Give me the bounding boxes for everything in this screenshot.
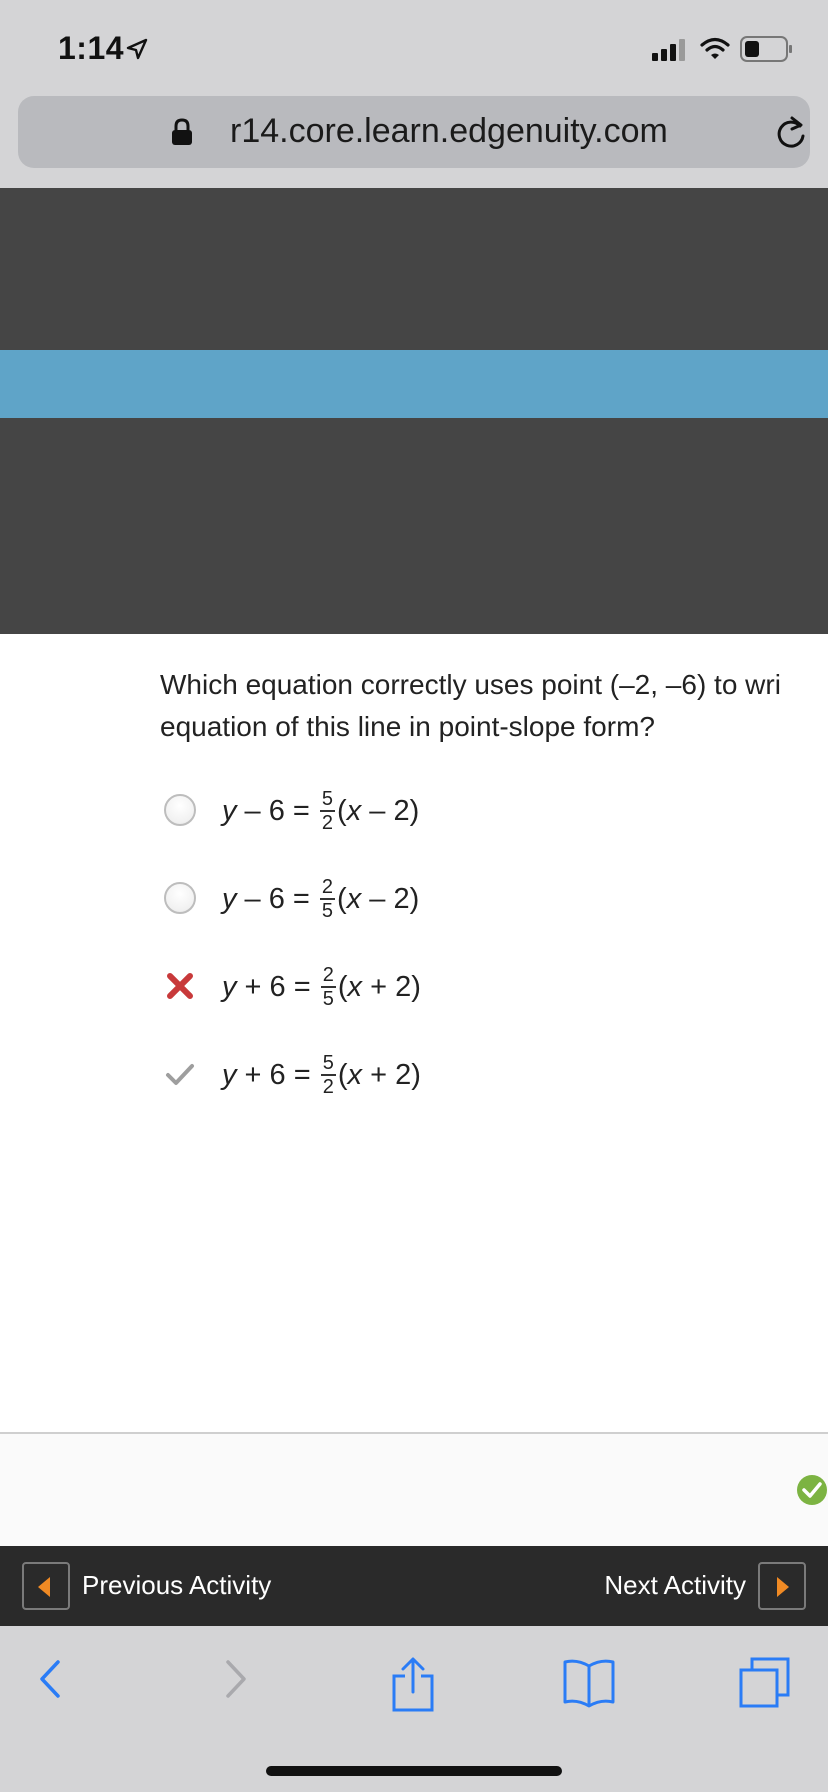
answer-option-3[interactable]: y + 6 = 25 (x + 2)	[160, 952, 760, 1022]
fraction: 25	[320, 964, 336, 1010]
radio-button[interactable]	[164, 882, 196, 914]
next-activity-label[interactable]: Next Activity	[604, 1570, 746, 1601]
fraction-numerator: 2	[319, 876, 336, 900]
wifi-icon	[700, 37, 730, 66]
next-activity-button[interactable]	[758, 1562, 806, 1610]
fraction-numerator: 5	[320, 1052, 336, 1076]
content-header	[0, 188, 828, 350]
fraction: 52	[319, 788, 336, 834]
question-line-2: equation of this line in point-slope for…	[160, 711, 655, 742]
eq-x: x	[346, 794, 362, 827]
eq-tail: – 2)	[361, 794, 420, 827]
option-equation: y + 6 = 52 (x + 2)	[222, 1040, 421, 1110]
fraction: 52	[320, 1052, 336, 1098]
lock-icon	[170, 118, 194, 151]
answer-option-4[interactable]: y + 6 = 52 (x + 2)	[160, 1040, 760, 1110]
status-bar: 1:14	[0, 0, 828, 96]
eq-y: y	[222, 1058, 237, 1091]
completed-check-icon	[796, 1474, 828, 1511]
eq-tail: + 2)	[362, 970, 421, 1003]
eq-y: y	[222, 882, 237, 915]
location-arrow-icon	[126, 38, 148, 65]
share-icon[interactable]	[390, 1656, 436, 1717]
fraction-denominator: 2	[321, 812, 334, 834]
arrow-right-icon	[777, 1577, 789, 1597]
browser-chrome: r14.core.learn.edgenuity.com	[0, 96, 828, 188]
fraction-numerator: 5	[319, 788, 336, 812]
tabs-icon[interactable]	[738, 1656, 792, 1715]
eq-sign: + 6 =	[236, 970, 319, 1003]
radio-button[interactable]	[164, 794, 196, 826]
previous-activity-label[interactable]: Previous Activity	[82, 1570, 271, 1601]
content-header-lower	[0, 418, 828, 634]
status-time: 1:14	[58, 30, 125, 66]
back-icon[interactable]	[36, 1656, 66, 1707]
previous-activity-button[interactable]	[22, 1562, 70, 1610]
eq-paren: (	[337, 970, 348, 1003]
fraction-denominator: 5	[322, 988, 334, 1010]
eq-paren: (	[337, 794, 347, 827]
eq-x: x	[346, 882, 362, 915]
eq-paren: (	[337, 882, 347, 915]
eq-sign: + 6 =	[236, 1058, 319, 1091]
eq-tail: + 2)	[362, 1058, 421, 1091]
checkmark-icon	[164, 1058, 196, 1090]
eq-sign: – 6 =	[236, 794, 318, 827]
eq-y: y	[222, 970, 237, 1003]
option-equation: y + 6 = 25 (x + 2)	[222, 952, 421, 1022]
eq-tail: – 2)	[361, 882, 420, 915]
fraction-numerator: 2	[320, 964, 336, 988]
battery-icon	[740, 36, 794, 67]
answer-option-1[interactable]: y – 6 = 52 (x – 2)	[160, 776, 760, 846]
eq-x: x	[347, 970, 363, 1003]
accent-band	[0, 350, 828, 418]
arrow-left-icon	[38, 1577, 50, 1597]
option-equation: y – 6 = 52 (x – 2)	[222, 776, 419, 846]
browser-toolbar	[0, 1626, 828, 1792]
url-text: r14.core.learn.edgenuity.com	[230, 112, 668, 150]
home-indicator	[266, 1766, 562, 1776]
eq-sign: – 6 =	[236, 882, 318, 915]
address-bar[interactable]: r14.core.learn.edgenuity.com	[18, 96, 810, 168]
eq-paren: (	[337, 1058, 348, 1091]
answer-option-2[interactable]: y – 6 = 25 (x – 2)	[160, 864, 760, 934]
activity-footer	[0, 1432, 828, 1546]
eq-y: y	[222, 794, 237, 827]
question-line-1: Which equation correctly uses point (–2,…	[160, 669, 781, 700]
fraction: 25	[319, 876, 336, 922]
activity-nav-bar: Previous Activity Next Activity	[0, 1546, 828, 1626]
fraction-denominator: 2	[322, 1076, 334, 1098]
fraction-denominator: 5	[321, 900, 334, 922]
incorrect-x-icon	[164, 970, 196, 1002]
question-text: Which equation correctly uses point (–2,…	[160, 664, 828, 760]
reload-icon[interactable]	[774, 114, 808, 155]
option-equation: y – 6 = 25 (x – 2)	[222, 864, 419, 934]
bookmarks-icon[interactable]	[562, 1656, 616, 1713]
forward-icon[interactable]	[220, 1656, 250, 1707]
cellular-signal-icon	[652, 39, 688, 66]
eq-x: x	[347, 1058, 363, 1091]
